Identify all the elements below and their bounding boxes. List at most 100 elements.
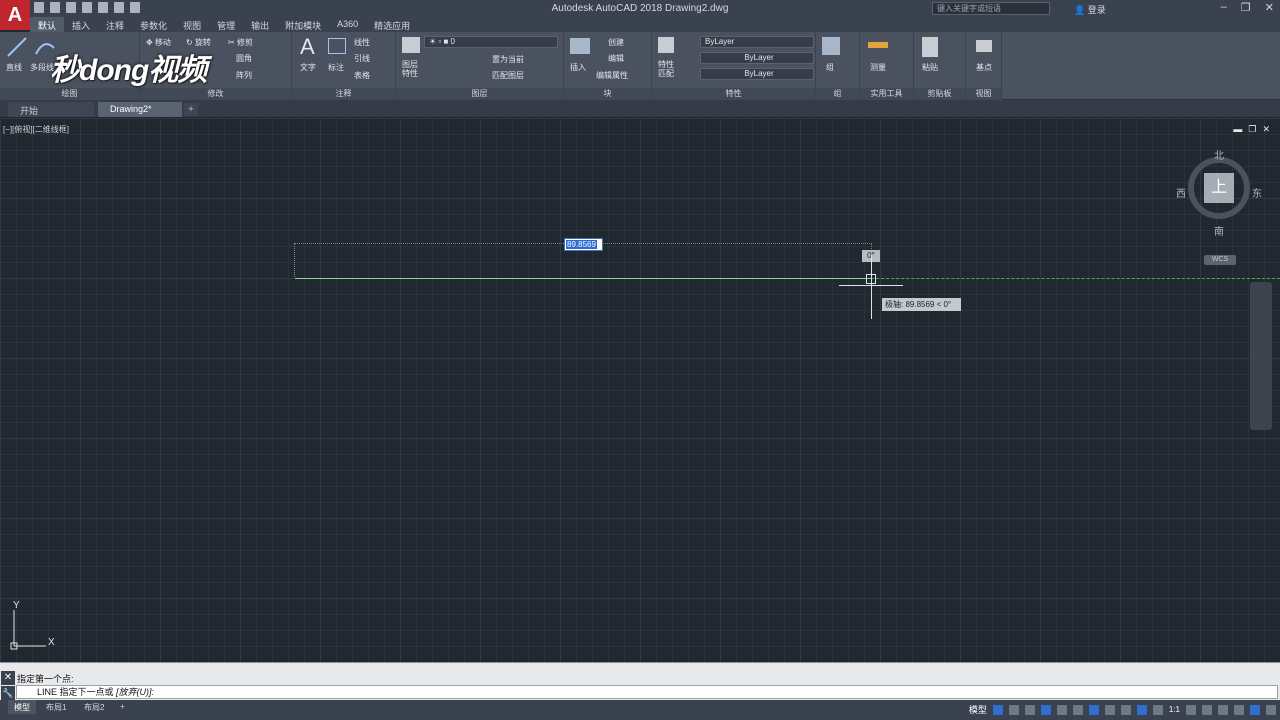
trim-button[interactable]: ✂ 修剪 <box>228 37 253 48</box>
properties-panel-title[interactable]: 特性 <box>652 88 815 100</box>
table-button[interactable]: 表格 <box>354 70 370 81</box>
linetype-dropdown[interactable]: ByLayer <box>700 52 814 64</box>
fillet-button[interactable]: 圆角 <box>236 53 252 64</box>
close-icon[interactable]: ✕ <box>1265 1 1274 14</box>
text-button[interactable]: 文字 <box>300 62 316 73</box>
modify-panel-title[interactable]: 修改 <box>140 88 291 100</box>
clipboard-panel-title[interactable]: 剪贴板 <box>914 88 965 100</box>
measure-button[interactable]: 测量 <box>870 62 886 73</box>
ortho-icon[interactable] <box>1024 704 1035 715</box>
paste-button[interactable]: 粘贴 <box>922 62 938 73</box>
tab-model[interactable]: 模型 <box>8 700 36 714</box>
compass-west[interactable]: 西 <box>1176 185 1186 200</box>
isodraft-icon[interactable] <box>1056 704 1067 715</box>
create-block-button[interactable]: 创建 <box>608 37 624 48</box>
ribbon-tab-insert[interactable]: 插入 <box>64 17 98 32</box>
ribbon-tab-output[interactable]: 输出 <box>243 17 277 32</box>
compass-south[interactable]: 南 <box>1214 223 1224 238</box>
command-option[interactable]: [放弃(U)]: <box>116 687 154 697</box>
hardware-acceleration-icon[interactable] <box>1218 704 1228 715</box>
customization-menu-icon[interactable] <box>1266 704 1276 715</box>
draw-panel-title[interactable]: 绘图 <box>0 88 139 100</box>
layer-properties-button[interactable]: 图层 特性 <box>402 60 418 78</box>
tab-layout1[interactable]: 布局1 <box>40 700 72 714</box>
login-button[interactable]: 👤 登录 <box>1074 3 1106 16</box>
search-input[interactable]: 键入关键字或短语 <box>932 2 1050 15</box>
polar-icon[interactable] <box>1040 704 1051 715</box>
ribbon-tab-addins[interactable]: 附加模块 <box>277 17 329 32</box>
annotation-panel-title[interactable]: 注释 <box>292 88 395 100</box>
leader-button[interactable]: 引线 <box>354 53 370 64</box>
insert-button[interactable]: 插入 <box>570 62 586 73</box>
command-input[interactable]: LINE 指定下一点或 [放弃(U)]: <box>16 685 1278 699</box>
object-snap-tracking-icon[interactable] <box>1072 704 1083 715</box>
viewport-controls-label[interactable]: [−][俯视][二维线框] <box>3 124 69 135</box>
line-button[interactable]: 直线 <box>6 62 22 73</box>
ribbon-tab-parametric[interactable]: 参数化 <box>132 17 175 32</box>
navigation-bar[interactable] <box>1250 282 1272 430</box>
base-icon[interactable] <box>976 40 992 52</box>
tab-start[interactable]: 开始 <box>8 102 94 117</box>
add-icon[interactable] <box>1202 704 1212 715</box>
ribbon-tab-default[interactable]: 默认 <box>30 17 65 32</box>
lineweight-icon[interactable] <box>1104 704 1115 715</box>
groups-panel-title[interactable]: 组 <box>816 88 859 100</box>
tab-layout2[interactable]: 布局2 <box>78 700 110 714</box>
match-properties-button[interactable]: 特性 匹配 <box>658 60 674 78</box>
ribbon-tab-a360[interactable]: A360 <box>329 17 366 32</box>
group-button[interactable]: 组 <box>826 62 834 73</box>
base-button[interactable]: 基点 <box>976 62 992 73</box>
text-icon[interactable]: A <box>300 34 315 60</box>
set-current-layer-button[interactable]: 置为当前 <box>492 54 524 65</box>
viewcube[interactable]: 上 北 南 东 西 WCS <box>1176 147 1262 265</box>
ribbon-tab-featured[interactable]: 精选应用 <box>366 17 418 32</box>
dimension-button[interactable]: 标注 <box>328 62 344 73</box>
edit-attributes-button[interactable]: 编辑属性 <box>596 70 628 81</box>
app-menu-button[interactable]: A <box>0 0 30 30</box>
insert-block-icon[interactable] <box>570 38 590 54</box>
viewport-restore-icon[interactable]: ❐ <box>1248 124 1256 135</box>
object-snap-icon[interactable] <box>1088 704 1099 715</box>
viewcube-top-face[interactable]: 上 <box>1204 173 1234 203</box>
color-dropdown[interactable]: ByLayer <box>700 36 814 48</box>
annotation-scale[interactable]: 1:1 <box>1169 705 1180 714</box>
wcs-menu[interactable]: WCS <box>1204 255 1236 265</box>
clean-screen-icon[interactable] <box>1250 704 1260 715</box>
grid-icon[interactable] <box>992 704 1003 715</box>
workspace-gear-icon[interactable] <box>1186 704 1196 715</box>
edit-block-button[interactable]: 编辑 <box>608 53 624 64</box>
snap-icon[interactable] <box>1008 704 1019 715</box>
dimension-icon[interactable] <box>328 38 346 54</box>
measure-icon[interactable] <box>868 42 888 48</box>
view-panel-title[interactable]: 视图 <box>966 88 1001 100</box>
paste-icon[interactable] <box>922 37 938 57</box>
array-button[interactable]: 阵列 <box>236 70 252 81</box>
block-panel-title[interactable]: 块 <box>564 88 651 100</box>
compass-north[interactable]: 北 <box>1214 147 1224 162</box>
ribbon-tab-annotate[interactable]: 注释 <box>98 17 132 32</box>
add-layout-button[interactable]: + <box>114 700 131 714</box>
layer-dropdown[interactable]: ☀ ▫ ■ 0 <box>424 36 558 48</box>
add-tab-button[interactable]: + <box>184 103 198 116</box>
selection-cycling-icon[interactable] <box>1136 704 1147 715</box>
dynamic-length-input[interactable]: 89.8569 <box>564 238 603 251</box>
utilities-panel-title[interactable]: 实用工具 <box>860 88 913 100</box>
restore-icon[interactable]: ❐ <box>1241 1 1251 14</box>
line-icon[interactable] <box>6 36 28 58</box>
isolate-objects-icon[interactable] <box>1234 704 1244 715</box>
close-icon[interactable]: ✕ <box>1 671 15 685</box>
match-properties-icon[interactable] <box>658 37 674 53</box>
match-layer-button[interactable]: 匹配图层 <box>492 70 524 81</box>
ribbon-tab-manage[interactable]: 管理 <box>209 17 243 32</box>
transparency-icon[interactable] <box>1120 704 1131 715</box>
customize-icon[interactable]: 🔧 <box>1 686 15 700</box>
linear-button[interactable]: 线性 <box>354 37 370 48</box>
ribbon-tab-view[interactable]: 视图 <box>175 17 209 32</box>
model-space-toggle[interactable]: 模型 <box>969 703 987 716</box>
tab-drawing2[interactable]: Drawing2* <box>98 102 182 117</box>
annotation-visibility-icon[interactable] <box>1152 704 1163 715</box>
lineweight-dropdown[interactable]: ByLayer <box>700 68 814 80</box>
viewport-minimize-icon[interactable]: ▬ <box>1233 124 1242 135</box>
group-icon[interactable] <box>822 37 840 55</box>
compass-east[interactable]: 东 <box>1252 185 1262 200</box>
